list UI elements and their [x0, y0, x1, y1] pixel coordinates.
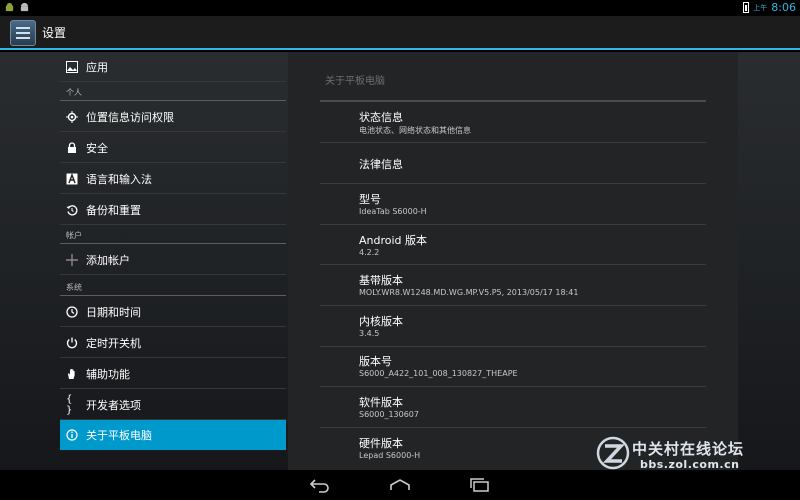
sidebar-item-label: 定时开关机 [86, 336, 141, 350]
info-title: Android 版本 [359, 234, 428, 247]
recents-icon [470, 478, 489, 492]
home-button[interactable] [388, 476, 412, 494]
hand-icon [66, 368, 78, 380]
info-subtitle: MOLY.WR8.W1248.MD.WG.MP.V5.P5, 2013/05/1… [359, 288, 579, 297]
info-title: 型号 [359, 193, 381, 206]
info-title: 软件版本 [359, 396, 403, 409]
android-icon [20, 2, 29, 12]
sidebar-item-label: 备份和重置 [86, 203, 141, 217]
keyboard-a-icon [66, 172, 78, 185]
lock-icon [66, 141, 78, 154]
info-item-model[interactable]: 型号 IdeaTab S6000-H [320, 184, 706, 225]
info-item-android-version[interactable]: Android 版本 4.2.2 [320, 225, 706, 265]
clock-icon [66, 305, 78, 318]
sidebar-item-about-tablet[interactable]: 关于平板电脑 [60, 420, 286, 450]
sidebar-item-location[interactable]: 位置信息访问权限 [60, 102, 286, 132]
section-header-personal: 个人 [60, 83, 286, 101]
sidebar-item-language[interactable]: 语言和输入法 [60, 164, 286, 194]
android-debug-icon [5, 2, 14, 12]
recents-button[interactable] [468, 476, 492, 494]
home-icon [390, 479, 410, 490]
watermark-name: 中关村在线论坛 [632, 440, 745, 458]
info-subtitle: S6000_A422_101_008_130827_THEAPE [359, 369, 518, 378]
settings-content: 应用 个人 位置信息访问权限 安全 语言和输入法 备份和重置 帐户 添加帐户 系… [0, 52, 800, 470]
info-subtitle: 电池状态、网络状态和其他信息 [359, 126, 471, 135]
info-subtitle: 3.4.5 [359, 329, 380, 338]
battery-icon [743, 2, 750, 13]
info-item-software-version[interactable]: 软件版本 S6000_130607 [320, 387, 706, 428]
info-item-status[interactable]: 状态信息 电池状态、网络状态和其他信息 [320, 104, 706, 143]
zol-watermark: 中关村在线论坛 bbs.zol.com.cn [596, 434, 796, 474]
sidebar-item-developer[interactable]: { } 开发者选项 [60, 390, 286, 420]
info-item-baseband[interactable]: 基带版本 MOLY.WR8.W1248.MD.WG.MP.V5.P5, 2013… [320, 265, 706, 306]
about-panel: 关于平板电脑 状态信息 电池状态、网络状态和其他信息 法律信息 型号 IdeaT… [288, 52, 738, 470]
plus-icon [66, 253, 78, 266]
navigation-bar [0, 470, 800, 500]
panel-title: 关于平板电脑 [325, 76, 385, 87]
back-button[interactable] [308, 476, 332, 494]
info-item-kernel[interactable]: 内核版本 3.4.5 [320, 306, 706, 347]
power-clock-icon [66, 337, 78, 349]
status-ampm: 上午 [753, 3, 768, 12]
braces-icon: { } [66, 393, 73, 416]
info-item-legal[interactable]: 法律信息 [320, 143, 706, 184]
panel-divider [320, 100, 706, 102]
info-title: 基带版本 [359, 274, 403, 287]
section-header-system: 系统 [60, 278, 286, 296]
sidebar-item-label: 安全 [86, 141, 108, 155]
settings-app-icon[interactable] [10, 20, 36, 46]
info-subtitle: IdeaTab S6000-H [359, 207, 427, 216]
sidebar-item-label: 位置信息访问权限 [86, 110, 174, 124]
sidebar-item-label: 添加帐户 [86, 253, 130, 267]
sidebar-item-backup[interactable]: 备份和重置 [60, 195, 286, 225]
page-title: 设置 [42, 26, 67, 40]
zol-logo-icon [596, 436, 630, 470]
sidebar-item-apps[interactable]: 应用 [60, 52, 286, 82]
info-title: 状态信息 [359, 111, 403, 124]
info-icon [66, 429, 78, 441]
image-icon [66, 60, 78, 73]
sidebar-item-datetime[interactable]: 日期和时间 [60, 297, 286, 327]
status-time: 8:06 [771, 1, 796, 14]
info-title: 硬件版本 [359, 437, 403, 450]
sidebar-item-scheduled-power[interactable]: 定时开关机 [60, 328, 286, 358]
sidebar-item-label: 语言和输入法 [86, 172, 152, 186]
sidebar-item-add-account[interactable]: 添加帐户 [60, 245, 286, 275]
back-icon [309, 479, 329, 493]
info-subtitle: S6000_130607 [359, 410, 419, 419]
settings-sidebar: 应用 个人 位置信息访问权限 安全 语言和输入法 备份和重置 帐户 添加帐户 系… [60, 52, 286, 470]
info-item-build-number[interactable]: 版本号 S6000_A422_101_008_130827_THEAPE [320, 347, 706, 387]
sidebar-item-accessibility[interactable]: 辅助功能 [60, 359, 286, 389]
status-bar: 上午 8:06 [0, 0, 800, 16]
restore-icon [66, 204, 78, 216]
sidebar-item-label: 关于平板电脑 [86, 429, 152, 442]
sidebar-item-label: 日期和时间 [86, 305, 141, 319]
action-bar: 设置 [0, 16, 800, 50]
info-subtitle: Lepad S6000-H [359, 451, 421, 460]
location-icon [66, 110, 78, 123]
info-title: 法律信息 [359, 158, 403, 171]
section-header-accounts: 帐户 [60, 226, 286, 244]
sidebar-item-security[interactable]: 安全 [60, 133, 286, 163]
sidebar-item-label: 开发者选项 [86, 398, 141, 412]
sidebar-item-label: 辅助功能 [86, 367, 130, 381]
info-title: 内核版本 [359, 315, 403, 328]
info-subtitle: 4.2.2 [359, 248, 380, 257]
info-title: 版本号 [359, 355, 392, 368]
sidebar-item-label: 应用 [86, 60, 108, 74]
